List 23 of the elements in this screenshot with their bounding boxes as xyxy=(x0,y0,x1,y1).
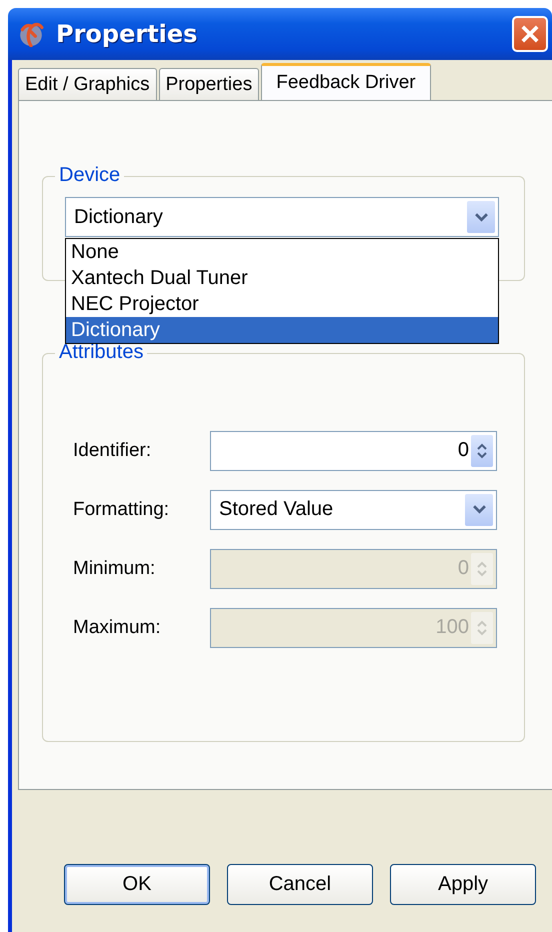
dropdown-option[interactable]: None xyxy=(66,239,498,265)
spin-arrows-icon xyxy=(471,552,493,584)
field-label: Formatting: xyxy=(73,498,170,520)
tab[interactable]: Properties xyxy=(158,68,260,100)
device-dropdown[interactable]: Dictionary xyxy=(65,197,499,237)
field-label: Identifier: xyxy=(73,440,152,462)
app-icon xyxy=(18,21,44,47)
spin-arrows-icon xyxy=(471,434,493,466)
dropdown-option[interactable]: Xantech Dual Tuner xyxy=(66,265,498,291)
dialog-button[interactable]: Apply xyxy=(390,864,536,905)
dropdown-option[interactable]: Dictionary xyxy=(66,317,498,343)
field-label: Minimum: xyxy=(73,558,156,580)
dropdown-option[interactable]: NEC Projector xyxy=(66,291,498,317)
window-title: Properties xyxy=(56,20,198,48)
spin-box[interactable]: 0 xyxy=(210,430,497,470)
close-button[interactable] xyxy=(512,16,548,52)
tab[interactable]: Feedback Driver xyxy=(261,63,431,100)
formatting-dropdown[interactable]: Stored Value xyxy=(210,490,497,530)
field-label: Maximum: xyxy=(73,616,162,638)
spin-arrows-icon xyxy=(471,612,493,644)
tab[interactable]: Edit / Graphics xyxy=(18,68,157,100)
dialog-button[interactable]: Cancel xyxy=(227,864,373,905)
dialog-button[interactable]: OK xyxy=(64,864,210,905)
